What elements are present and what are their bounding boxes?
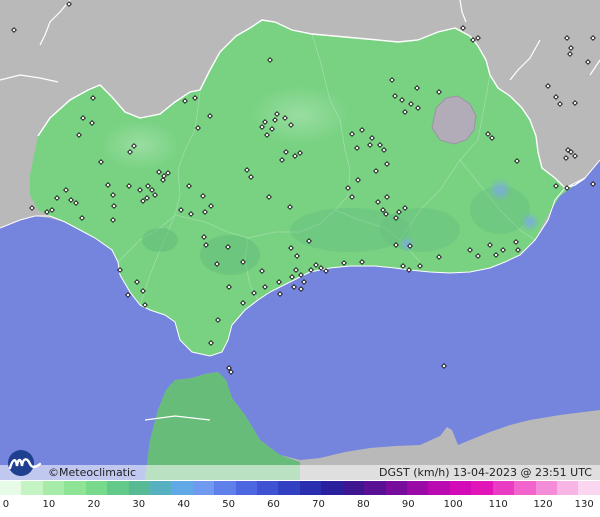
- units-label: (km/h): [413, 466, 450, 479]
- credit-text: ©Meteoclimatic: [48, 466, 137, 479]
- color-swatch: [257, 481, 279, 495]
- color-swatch: [385, 481, 408, 495]
- color-swatch: [428, 481, 450, 495]
- scale-tick-label: 90: [401, 499, 415, 510]
- color-swatch: [64, 481, 86, 495]
- scale-tick-label: 0: [2, 499, 10, 510]
- color-swatch: [42, 481, 65, 495]
- scale-tick-label: 80: [357, 499, 370, 510]
- scale-tick-label: 110: [488, 499, 508, 510]
- scale-tick-label: 120: [533, 499, 553, 510]
- scale-tick-label: 10: [42, 499, 56, 510]
- color-swatch: [192, 481, 215, 495]
- color-swatch: [278, 481, 300, 495]
- color-swatch: [449, 481, 472, 495]
- color-swatch: [0, 481, 22, 495]
- color-swatch: [214, 481, 236, 495]
- color-swatch: [578, 481, 600, 495]
- variable-label: DGST: [379, 466, 410, 479]
- color-swatch: [235, 481, 258, 495]
- color-scale-bar: [0, 481, 600, 495]
- scale-tick-label: 60: [267, 499, 280, 510]
- color-swatch: [492, 481, 515, 495]
- color-swatch: [364, 481, 386, 495]
- color-swatch: [407, 481, 429, 495]
- color-swatch: [556, 481, 579, 495]
- color-swatch: [107, 481, 129, 495]
- scale-tick-label: 70: [312, 499, 325, 510]
- color-swatch: [321, 481, 343, 495]
- map-area[interactable]: [0, 0, 600, 480]
- map-canvas: [0, 0, 600, 480]
- color-swatch: [299, 481, 322, 495]
- datetime-label: 13-04-2023 @ 23:51 UTC: [453, 466, 592, 479]
- scale-tick-label: 30: [132, 499, 146, 510]
- meteoclimatic-logo-icon: [8, 450, 42, 476]
- color-swatch: [535, 481, 557, 495]
- scale-tick-label: 20: [87, 499, 101, 510]
- color-swatch: [342, 481, 365, 495]
- color-swatch: [21, 481, 43, 495]
- scale-tick-label: 130: [574, 499, 594, 510]
- map-title: DGST (km/h) 13-04-2023 @ 23:51 UTC: [379, 466, 592, 480]
- scale-tick-label: 100: [443, 499, 463, 510]
- color-swatch: [471, 481, 493, 495]
- color-swatch: [171, 481, 193, 495]
- scale-tick-label: 40: [177, 499, 191, 510]
- color-swatch: [514, 481, 536, 495]
- scale-tick-label: 50: [222, 499, 235, 510]
- color-scale: 0 10 20 30 40 50 60 70 80 90 100 110 120 130: [0, 481, 600, 517]
- color-swatch: [128, 481, 150, 495]
- color-swatch: [149, 481, 172, 495]
- color-swatch: [85, 481, 108, 495]
